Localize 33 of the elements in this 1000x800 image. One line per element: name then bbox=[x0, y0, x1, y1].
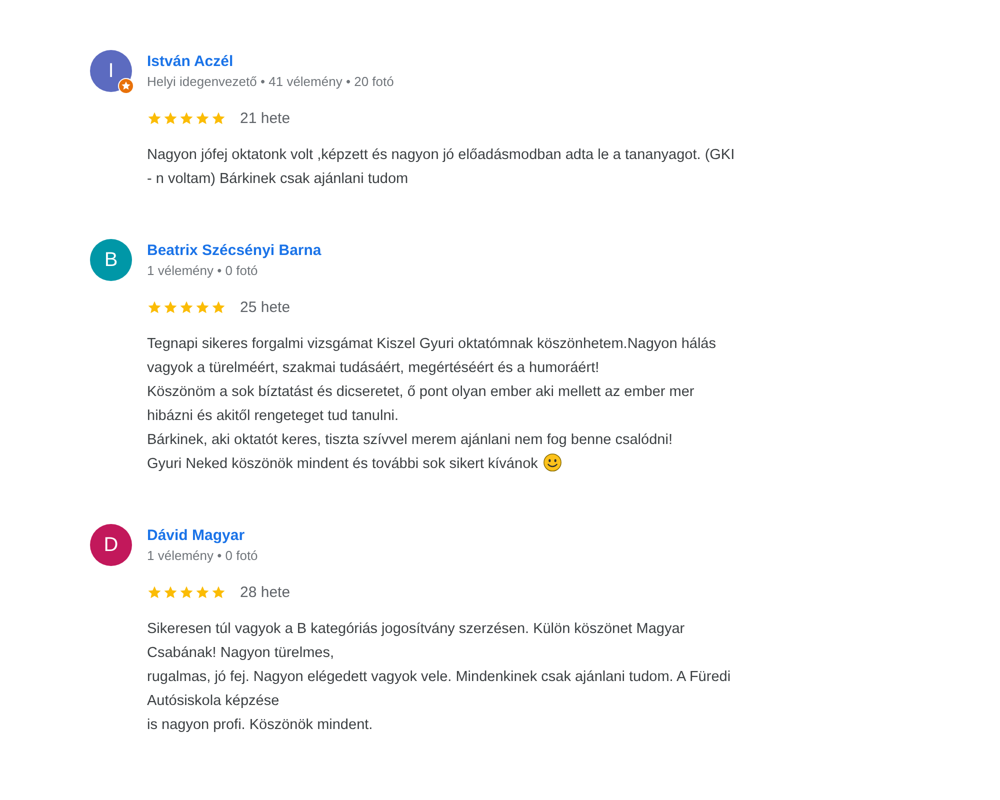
star-icon bbox=[195, 585, 210, 600]
reviewer-name[interactable]: Beatrix Szécsényi Barna bbox=[147, 242, 322, 259]
star-icon bbox=[179, 585, 194, 600]
review-date: 25 hete bbox=[240, 299, 290, 316]
star-icon bbox=[211, 111, 226, 126]
avatar[interactable]: D bbox=[90, 524, 132, 566]
reviewer-meta: 1 vélemény • 0 fotó bbox=[147, 263, 259, 278]
avatar[interactable]: I bbox=[90, 50, 132, 92]
star-icon bbox=[147, 111, 162, 126]
avatar[interactable]: B bbox=[90, 239, 132, 281]
review-text: Sikeresen túl vagyok a B kategóriás jogosítvány szerzésen. Külön köszönet Magyar Csabának! Nagyon türelmes, rugalmas, jó fej. Nagyon elégedett vagyok vele. Mindenkinek csak ajánlani tudom. A Füredi Autósiskola képzése is nagyon profi. Köszönök mindent. bbox=[147, 620, 732, 735]
avatar-initial: I bbox=[108, 60, 114, 82]
review-text: Tegnapi sikeres forgalmi vizsgámat Kiszel Gyuri oktatómnak köszönhetem.Nagyon hálás vagyok a türelméért, szakmai tudásáért, megértéséért és a humoráért! Köszönöm a sok bíztatást és dicseretet, ő pont olyan ember aki mellett az ember mer hibázni és akitől rengeteget tud tanulni. Bárkinek, aki oktatót keres, tiszta szívvel merem ajánlani nem fog benne csalódni! Gyuri Neked köszönök mindent és további sok sikert kívánok bbox=[147, 335, 717, 474]
star-icon bbox=[147, 300, 162, 315]
star-icon bbox=[211, 300, 226, 315]
star-icon bbox=[163, 585, 178, 600]
star-icon bbox=[179, 111, 194, 126]
star-icon bbox=[195, 300, 210, 315]
reviewer-meta: Helyi idegenvezető • 41 vélemény • 20 fotó bbox=[147, 74, 394, 89]
review-text: Nagyon jófej oktatonk volt ,képzett és nagyon jó előadásmodban adta le a tananyagot. (GKI - n voltam) Bárkinek csak ajánlani tudom bbox=[147, 146, 736, 189]
star-icon bbox=[163, 300, 178, 315]
star-icon bbox=[211, 585, 226, 600]
star-icon bbox=[179, 300, 194, 315]
avatar-initial: D bbox=[104, 534, 118, 556]
reviewer-name[interactable]: Dávid Magyar bbox=[147, 527, 258, 544]
star-icon bbox=[195, 111, 210, 126]
reviewer-meta: 1 vélemény • 0 fotó bbox=[147, 548, 258, 563]
star-icon bbox=[163, 111, 178, 126]
avatar-initial: B bbox=[104, 248, 118, 272]
review-date: 21 hete bbox=[240, 110, 290, 127]
reviewer-name[interactable]: István Aczél bbox=[147, 53, 394, 70]
review-date: 28 hete bbox=[240, 584, 290, 601]
star-icon bbox=[147, 585, 162, 600]
